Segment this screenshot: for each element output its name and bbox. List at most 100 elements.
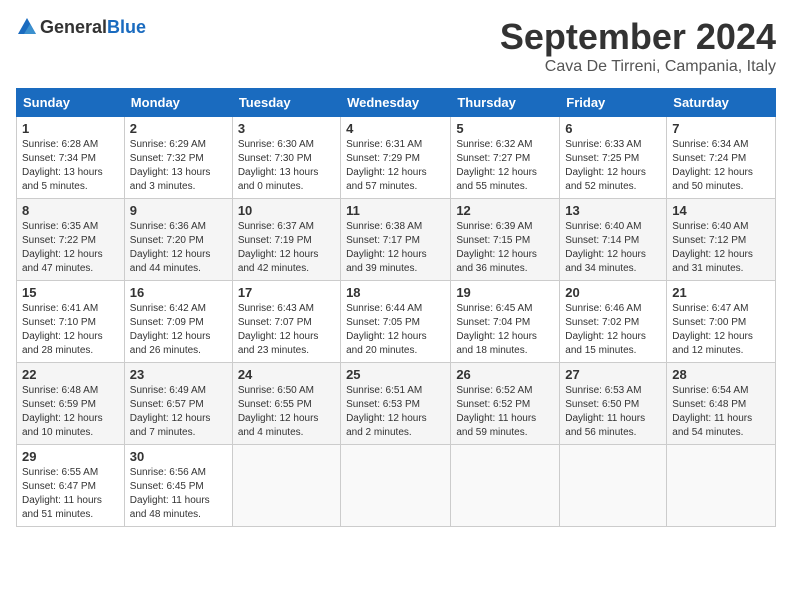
- calendar-cell: 27 Sunrise: 6:53 AMSunset: 6:50 PMDayligh…: [560, 363, 667, 445]
- day-number: 8: [22, 203, 119, 218]
- calendar-cell: 14Sunrise: 6:40 AMSunset: 7:12 PMDayligh…: [667, 199, 776, 281]
- calendar-cell: 11 Sunrise: 6:38 AMSunset: 7:17 PMDayligh…: [341, 199, 451, 281]
- weekday-header-sunday: Sunday: [17, 89, 125, 117]
- calendar-cell: 12 Sunrise: 6:39 AMSunset: 7:15 PMDayligh…: [451, 199, 560, 281]
- day-info: Sunrise: 6:33 AMSunset: 7:25 PMDaylight:…: [565, 138, 661, 194]
- day-info: Sunrise: 6:48 AMSunset: 6:59 PMDaylight:…: [22, 384, 119, 440]
- day-info: Sunrise: 6:40 AMSunset: 7:14 PMDaylight:…: [565, 220, 661, 276]
- day-number: 11: [346, 203, 445, 218]
- day-number: 10: [238, 203, 335, 218]
- day-info: Sunrise: 6:50 AMSunset: 6:55 PMDaylight:…: [238, 384, 335, 440]
- day-number: 12: [456, 203, 554, 218]
- weekday-header-wednesday: Wednesday: [341, 89, 451, 117]
- calendar-cell: 16 Sunrise: 6:42 AMSunset: 7:09 PMDayligh…: [124, 281, 232, 363]
- day-info: Sunrise: 6:55 AMSunset: 6:47 PMDaylight:…: [22, 466, 119, 522]
- day-info: Sunrise: 6:54 AMSunset: 6:48 PMDaylight:…: [672, 384, 770, 440]
- day-info: Sunrise: 6:46 AMSunset: 7:02 PMDaylight:…: [565, 302, 661, 358]
- day-info: Sunrise: 6:44 AMSunset: 7:05 PMDaylight:…: [346, 302, 445, 358]
- calendar-cell: [560, 445, 667, 527]
- calendar-week-row: 8Sunrise: 6:35 AMSunset: 7:22 PMDaylight…: [17, 199, 776, 281]
- calendar-cell: 5Sunrise: 6:32 AMSunset: 7:27 PMDaylight…: [451, 117, 560, 199]
- calendar-cell: 1Sunrise: 6:28 AMSunset: 7:34 PMDaylight…: [17, 117, 125, 199]
- calendar-cell: 3Sunrise: 6:30 AMSunset: 7:30 PMDaylight…: [232, 117, 340, 199]
- day-number: 30: [130, 449, 227, 464]
- logo: GeneralBlue: [16, 16, 146, 38]
- calendar-cell: [341, 445, 451, 527]
- day-number: 29: [22, 449, 119, 464]
- logo-blue-text: Blue: [107, 17, 146, 38]
- calendar: SundayMondayTuesdayWednesdayThursdayFrid…: [16, 88, 776, 527]
- day-number: 27: [565, 367, 661, 382]
- day-info: Sunrise: 6:45 AMSunset: 7:04 PMDaylight:…: [456, 302, 554, 358]
- calendar-cell: 6 Sunrise: 6:33 AMSunset: 7:25 PMDaylight…: [560, 117, 667, 199]
- day-number: 17: [238, 285, 335, 300]
- day-info: Sunrise: 6:38 AMSunset: 7:17 PMDaylight:…: [346, 220, 445, 276]
- calendar-week-row: 22 Sunrise: 6:48 AMSunset: 6:59 PMDayligh…: [17, 363, 776, 445]
- calendar-cell: 23 Sunrise: 6:49 AMSunset: 6:57 PMDayligh…: [124, 363, 232, 445]
- day-number: 3: [238, 121, 335, 136]
- logo-icon: [16, 16, 38, 38]
- day-info: Sunrise: 6:34 AMSunset: 7:24 PMDaylight:…: [672, 138, 770, 194]
- day-number: 7: [672, 121, 770, 136]
- day-info: Sunrise: 6:53 AMSunset: 6:50 PMDaylight:…: [565, 384, 661, 440]
- calendar-week-row: 1Sunrise: 6:28 AMSunset: 7:34 PMDaylight…: [17, 117, 776, 199]
- day-info: Sunrise: 6:51 AMSunset: 6:53 PMDaylight:…: [346, 384, 445, 440]
- day-info: Sunrise: 6:47 AMSunset: 7:00 PMDaylight:…: [672, 302, 770, 358]
- day-number: 23: [130, 367, 227, 382]
- calendar-cell: 7 Sunrise: 6:34 AMSunset: 7:24 PMDaylight…: [667, 117, 776, 199]
- day-number: 26: [456, 367, 554, 382]
- calendar-cell: 20 Sunrise: 6:46 AMSunset: 7:02 PMDayligh…: [560, 281, 667, 363]
- day-number: 2: [130, 121, 227, 136]
- calendar-cell: 10 Sunrise: 6:37 AMSunset: 7:19 PMDayligh…: [232, 199, 340, 281]
- day-number: 18: [346, 285, 445, 300]
- calendar-cell: 13 Sunrise: 6:40 AMSunset: 7:14 PMDayligh…: [560, 199, 667, 281]
- day-number: 1: [22, 121, 119, 136]
- day-number: 22: [22, 367, 119, 382]
- weekday-header-monday: Monday: [124, 89, 232, 117]
- day-info: Sunrise: 6:37 AMSunset: 7:19 PMDaylight:…: [238, 220, 335, 276]
- weekday-header-friday: Friday: [560, 89, 667, 117]
- calendar-cell: 21Sunrise: 6:47 AMSunset: 7:00 PMDayligh…: [667, 281, 776, 363]
- day-number: 4: [346, 121, 445, 136]
- weekday-header-row: SundayMondayTuesdayWednesdayThursdayFrid…: [17, 89, 776, 117]
- day-number: 19: [456, 285, 554, 300]
- day-info: Sunrise: 6:49 AMSunset: 6:57 PMDaylight:…: [130, 384, 227, 440]
- calendar-cell: [667, 445, 776, 527]
- calendar-week-row: 15Sunrise: 6:41 AMSunset: 7:10 PMDayligh…: [17, 281, 776, 363]
- weekday-header-tuesday: Tuesday: [232, 89, 340, 117]
- calendar-cell: 17 Sunrise: 6:43 AMSunset: 7:07 PMDayligh…: [232, 281, 340, 363]
- day-number: 20: [565, 285, 661, 300]
- day-number: 6: [565, 121, 661, 136]
- calendar-cell: 9 Sunrise: 6:36 AMSunset: 7:20 PMDaylight…: [124, 199, 232, 281]
- month-title: September 2024: [500, 16, 776, 58]
- calendar-cell: 25 Sunrise: 6:51 AMSunset: 6:53 PMDayligh…: [341, 363, 451, 445]
- title-area: September 2024 Cava De Tirreni, Campania…: [500, 16, 776, 76]
- calendar-cell: 19 Sunrise: 6:45 AMSunset: 7:04 PMDayligh…: [451, 281, 560, 363]
- calendar-cell: 29 Sunrise: 6:55 AMSunset: 6:47 PMDayligh…: [17, 445, 125, 527]
- calendar-cell: 22 Sunrise: 6:48 AMSunset: 6:59 PMDayligh…: [17, 363, 125, 445]
- day-info: Sunrise: 6:41 AMSunset: 7:10 PMDaylight:…: [22, 302, 119, 358]
- header: GeneralBlue September 2024 Cava De Tirre…: [16, 16, 776, 76]
- day-number: 28: [672, 367, 770, 382]
- calendar-cell: 26 Sunrise: 6:52 AMSunset: 6:52 PMDayligh…: [451, 363, 560, 445]
- day-number: 16: [130, 285, 227, 300]
- day-info: Sunrise: 6:42 AMSunset: 7:09 PMDaylight:…: [130, 302, 227, 358]
- day-info: Sunrise: 6:36 AMSunset: 7:20 PMDaylight:…: [130, 220, 227, 276]
- day-number: 25: [346, 367, 445, 382]
- day-number: 9: [130, 203, 227, 218]
- calendar-cell: 2Sunrise: 6:29 AMSunset: 7:32 PMDaylight…: [124, 117, 232, 199]
- calendar-cell: 18 Sunrise: 6:44 AMSunset: 7:05 PMDayligh…: [341, 281, 451, 363]
- day-number: 5: [456, 121, 554, 136]
- day-info: Sunrise: 6:52 AMSunset: 6:52 PMDaylight:…: [456, 384, 554, 440]
- calendar-week-row: 29 Sunrise: 6:55 AMSunset: 6:47 PMDayligh…: [17, 445, 776, 527]
- day-info: Sunrise: 6:39 AMSunset: 7:15 PMDaylight:…: [456, 220, 554, 276]
- day-number: 13: [565, 203, 661, 218]
- calendar-cell: [451, 445, 560, 527]
- weekday-header-saturday: Saturday: [667, 89, 776, 117]
- day-info: Sunrise: 6:31 AMSunset: 7:29 PMDaylight:…: [346, 138, 445, 194]
- calendar-cell: 24Sunrise: 6:50 AMSunset: 6:55 PMDayligh…: [232, 363, 340, 445]
- calendar-cell: [232, 445, 340, 527]
- day-info: Sunrise: 6:43 AMSunset: 7:07 PMDaylight:…: [238, 302, 335, 358]
- weekday-header-thursday: Thursday: [451, 89, 560, 117]
- calendar-cell: 15Sunrise: 6:41 AMSunset: 7:10 PMDayligh…: [17, 281, 125, 363]
